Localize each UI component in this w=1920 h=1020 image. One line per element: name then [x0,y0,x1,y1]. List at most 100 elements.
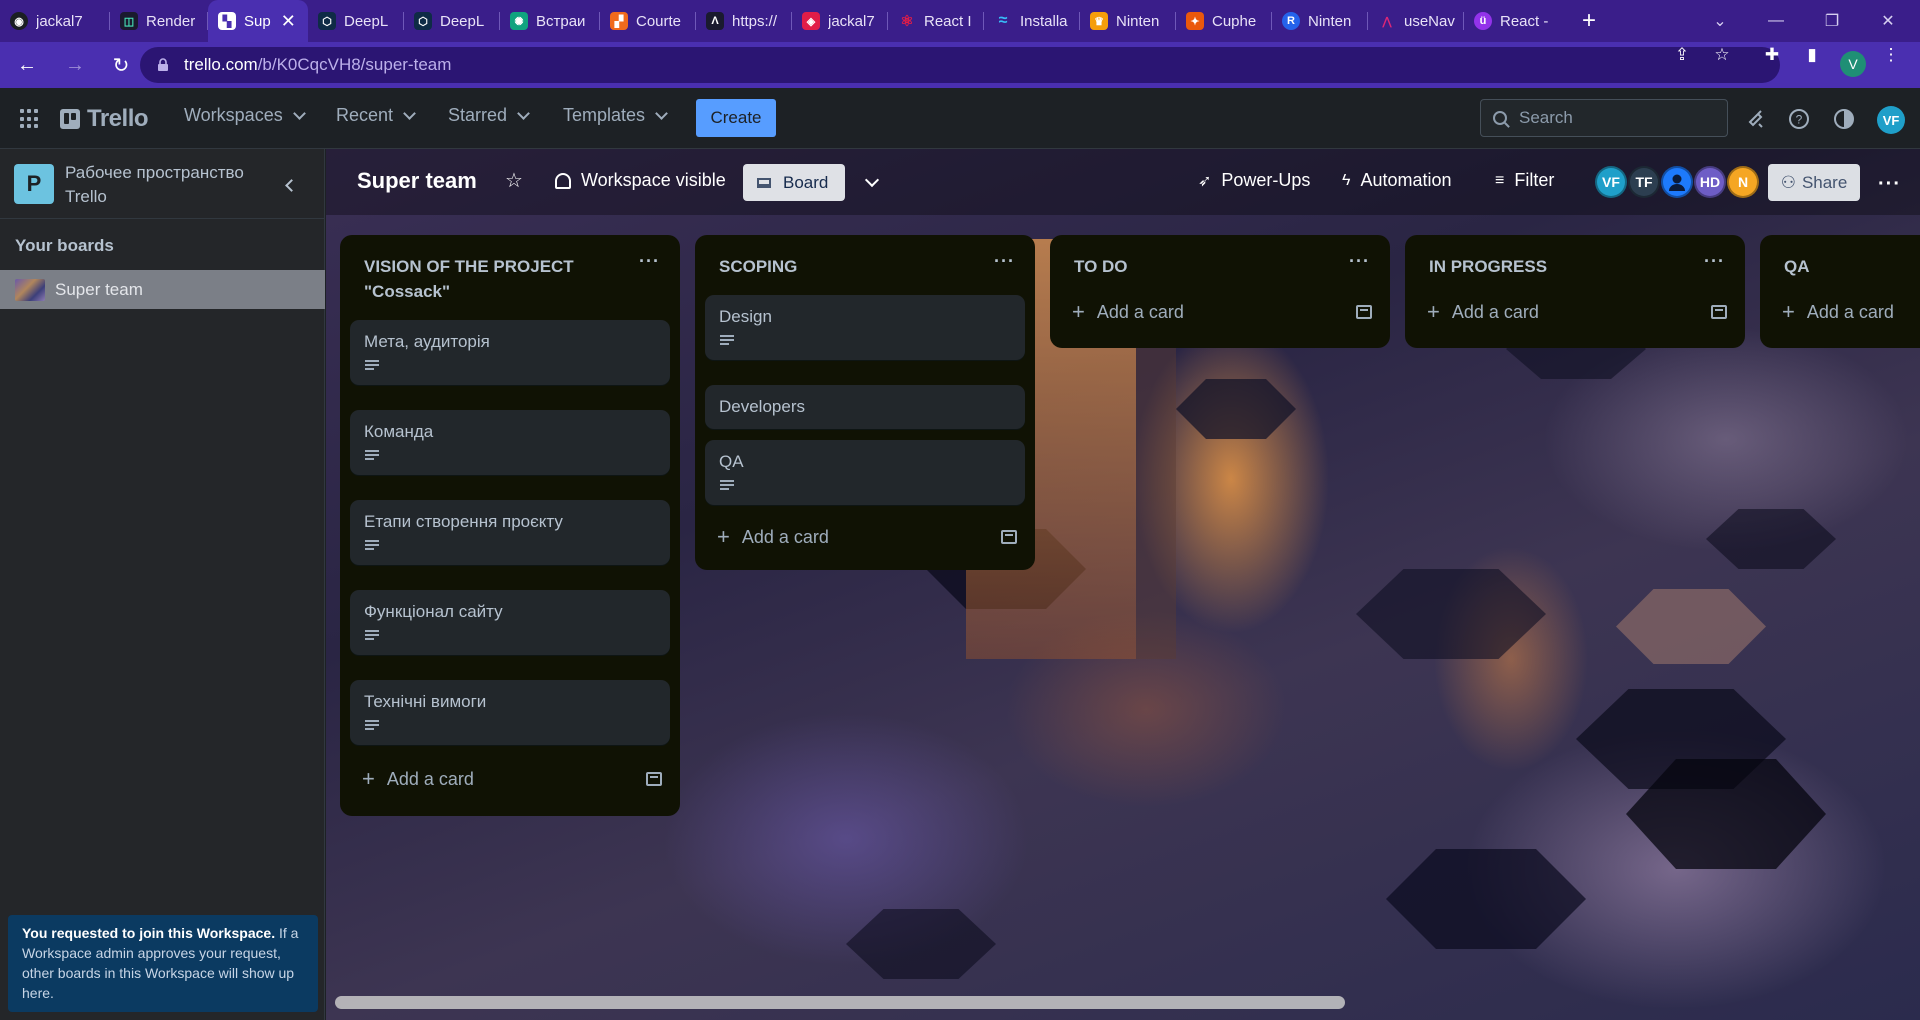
profile-avatar[interactable]: V [1840,51,1866,77]
workspace-name[interactable]: Рабочее пространство Trello [65,161,275,209]
url-input[interactable]: trello.com/b/K0CqcVH8/super-team [140,47,1780,83]
share-page-icon[interactable]: ⇪ [1669,42,1695,68]
close-tab-icon[interactable]: ✕ [281,11,296,32]
bookmark-star-icon[interactable]: ☆ [1709,42,1735,68]
member-avatar[interactable]: VF [1877,106,1905,134]
trello-header: Trello Workspaces Recent Starred Templat… [0,88,1920,149]
app-switcher-icon[interactable] [20,109,40,129]
browser-tab[interactable]: ▞ Courte [600,0,696,42]
browser-tab[interactable]: ü React - [1464,0,1560,42]
list-menu-icon[interactable]: ··· [639,251,660,272]
list-title[interactable]: SCOPING [695,235,1035,279]
browser-tab[interactable]: ✦ Cuphe [1176,0,1272,42]
workspace-avatar[interactable]: P [14,164,54,204]
react-router-icon: ⋀ [1382,15,1392,28]
list: VISION OF THE PROJECT "Cossack" ··· Мета… [340,235,680,816]
member-avatar[interactable] [1661,166,1693,198]
power-ups-button[interactable]: ➶ Power-Ups [1198,170,1310,191]
list-title[interactable]: TO DO [1050,235,1390,279]
board-view-button[interactable]: Board [743,164,845,201]
add-card-button[interactable]: + Add a card [1060,293,1380,331]
browser-tab[interactable]: ◉ jackal7 [0,0,110,42]
tab-search-icon[interactable]: ⌄ [1692,0,1748,42]
forward-icon[interactable]: → [55,45,95,85]
browser-tab[interactable]: ⚛ React I [888,0,984,42]
card[interactable]: Етапи створення проєкту [350,500,670,565]
browser-tab[interactable]: ⋀ useNav [1368,0,1464,42]
list-menu-icon[interactable]: ··· [994,251,1015,272]
sidebar-item-super-team[interactable]: Super team [0,270,325,309]
member-avatar[interactable]: VF [1595,166,1627,198]
trello-logo[interactable]: Trello [60,105,149,133]
visibility-button[interactable]: Workspace visible [555,170,726,191]
list-title[interactable]: VISION OF THE PROJECT "Cossack" [340,235,680,304]
card-template-icon[interactable] [1711,305,1727,319]
member-avatar[interactable]: TF [1628,166,1660,198]
board-title[interactable]: Super team [357,168,477,194]
collapse-sidebar-button[interactable] [278,174,300,196]
back-icon[interactable]: ← [7,45,47,85]
browser-menu-icon[interactable]: ⋮ [1878,42,1904,68]
nav-templates[interactable]: Templates [563,105,668,126]
browser-tab[interactable]: ≈ Installa [984,0,1080,42]
add-card-button[interactable]: + Add a card [1415,293,1735,331]
create-button[interactable]: Create [696,99,776,137]
filter-button[interactable]: ≡ Filter [1495,170,1554,191]
add-card-button[interactable]: + Add a card [705,518,1025,556]
list-title[interactable]: IN PROGRESS [1405,235,1745,279]
notifications-icon[interactable] [1744,107,1768,131]
add-card-button[interactable]: + Add a card [350,760,670,798]
card[interactable]: Мета, аудиторія [350,320,670,385]
browser-tab[interactable]: ◈ jackal7 [792,0,888,42]
extensions-icon[interactable]: ✚ [1759,42,1785,68]
help-icon[interactable]: ? [1787,107,1811,131]
card[interactable]: Функціонал сайту [350,590,670,655]
description-icon [720,335,734,346]
card-template-icon[interactable] [646,772,662,786]
add-card-button[interactable]: + Add a card [1770,293,1920,331]
join-request-notice: You requested to join this Workspace. If… [8,915,318,1012]
browser-tab[interactable]: Λ https:// [696,0,792,42]
new-tab-button[interactable]: + [1572,7,1606,35]
browser-tab[interactable]: ◫ Render [110,0,208,42]
card[interactable]: Developers [705,385,1025,429]
reload-icon[interactable]: ↻ [101,45,141,85]
chevron-down-icon [517,106,530,120]
nav-starred[interactable]: Starred [448,105,530,126]
horizontal-scrollbar[interactable] [335,996,1345,1009]
card[interactable]: QA [705,440,1025,505]
search-input[interactable]: Search [1480,99,1728,137]
plus-icon: + [717,524,730,549]
card[interactable]: Design [705,295,1025,360]
nav-recent[interactable]: Recent [336,105,416,126]
member-avatar[interactable]: HD [1694,166,1726,198]
list-menu-icon[interactable]: ··· [1349,251,1370,272]
member-avatar[interactable]: N [1727,166,1759,198]
chevron-down-icon [292,106,306,120]
browser-tab[interactable]: R Ninten [1272,0,1368,42]
board-menu-button[interactable]: ··· [1878,173,1901,196]
browser-tab[interactable]: ♛ Ninten [1080,0,1176,42]
react-docs-icon: ü [1474,12,1492,30]
theme-toggle-icon[interactable] [1832,107,1856,131]
card[interactable]: Технічні вимоги [350,680,670,745]
restore-icon[interactable]: ❐ [1804,0,1860,42]
list-menu-icon[interactable]: ··· [1704,251,1725,272]
share-button[interactable]: ⚇ Share [1768,164,1860,201]
browser-tab[interactable]: ✺ Встраи [500,0,600,42]
star-icon[interactable]: ☆ [503,169,525,192]
minimize-icon[interactable]: — [1748,0,1804,42]
card-template-icon[interactable] [1001,530,1017,544]
list: IN PROGRESS ··· + Add a card [1405,235,1745,348]
card-template-icon[interactable] [1356,305,1372,319]
close-window-icon[interactable]: ✕ [1860,0,1916,42]
card[interactable]: Команда [350,410,670,475]
browser-tab-active[interactable]: ▚ Sup ✕ [208,0,308,42]
views-dropdown[interactable] [860,170,884,194]
side-panel-icon[interactable]: ▮ [1799,42,1825,68]
browser-tab[interactable]: ⬡ DeepL [308,0,404,42]
browser-tab[interactable]: ⬡ DeepL [404,0,500,42]
list-title[interactable]: QA [1760,235,1920,279]
automation-button[interactable]: ϟ Automation [1342,170,1452,191]
nav-workspaces[interactable]: Workspaces [184,105,306,126]
